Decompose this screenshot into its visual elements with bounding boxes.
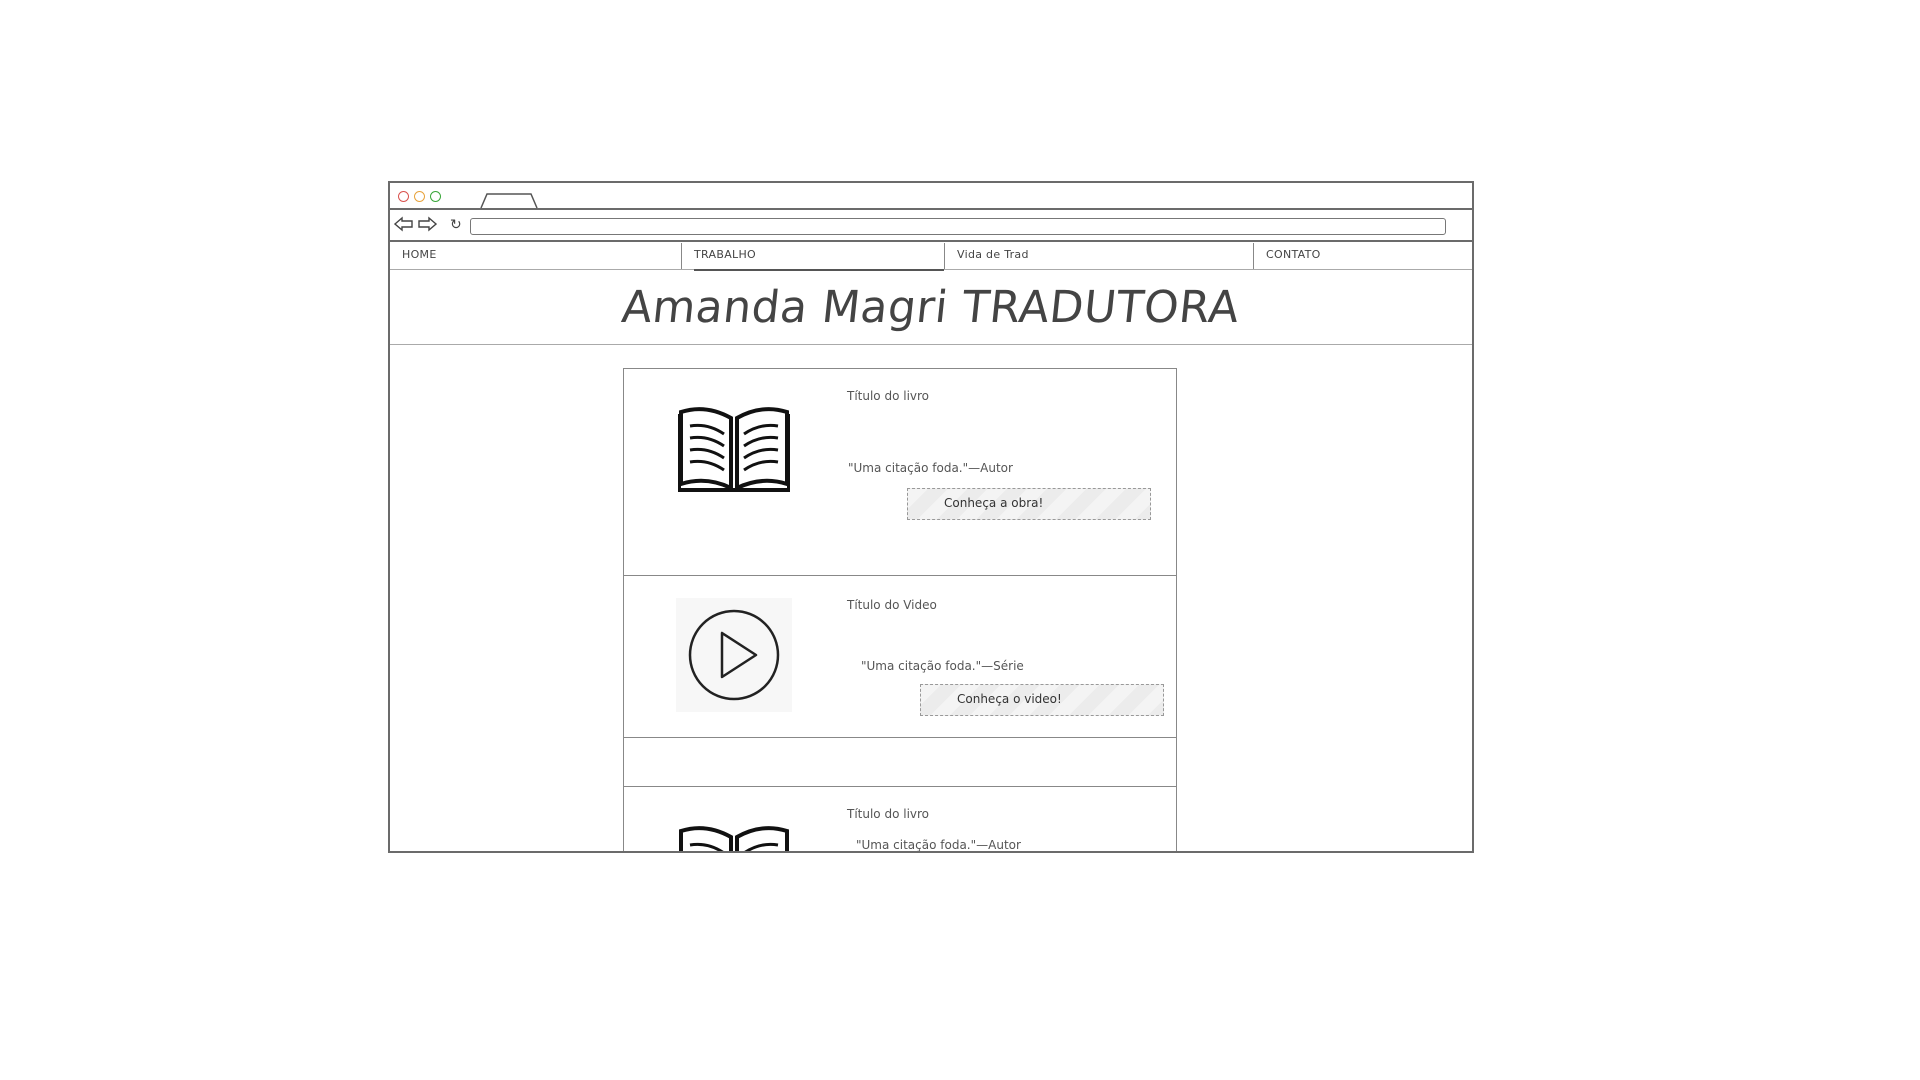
conheca-video-button[interactable]: Conheça o video! <box>920 684 1164 716</box>
nav-item-trabalho[interactable]: TRABALHO <box>681 243 944 271</box>
refresh-icon[interactable]: ↻ <box>450 216 468 234</box>
nav-item-vida-de-trad[interactable]: Vida de Trad <box>944 243 1253 269</box>
card-quote: "Uma citação foda."—Autor <box>856 838 1021 852</box>
back-arrow-icon[interactable] <box>394 216 414 232</box>
nav-item-label: TRABALHO <box>694 243 944 271</box>
content-column: Título do livro "Uma citação foda."—Auto… <box>623 368 1177 852</box>
site-header: Amanda Magri TRADUTORA <box>390 271 1472 345</box>
forward-arrow-icon[interactable] <box>417 216 437 232</box>
open-book-icon <box>679 826 789 851</box>
close-window-button[interactable] <box>398 191 409 202</box>
url-input[interactable] <box>470 218 1446 235</box>
card-title: Título do livro <box>847 807 930 821</box>
maximize-window-button[interactable] <box>430 191 441 202</box>
minimize-window-button[interactable] <box>414 191 425 202</box>
play-icon[interactable] <box>676 598 792 712</box>
work-card: Título do Video "Uma citação foda."—Séri… <box>624 575 1176 738</box>
nav-item-contato[interactable]: CONTATO <box>1253 243 1472 269</box>
address-bar: ↻ <box>390 210 1472 242</box>
card-quote: "Uma citação foda."—Série <box>861 659 1024 673</box>
browser-window: ↻ HOME TRABALHO Vida de Trad CONTATO Ama… <box>388 181 1474 853</box>
card-title: Título do Video <box>847 598 937 612</box>
card-title: Título do livro <box>847 389 930 403</box>
nav-item-home[interactable]: HOME <box>390 243 681 269</box>
nav-item-label: CONTATO <box>1266 248 1321 261</box>
site-navigation: HOME TRABALHO Vida de Trad CONTATO <box>390 243 1472 271</box>
title-bar <box>390 183 1472 210</box>
nav-item-label: HOME <box>402 248 437 261</box>
work-card: Título do livro "Uma citação foda."—Auto… <box>624 368 1176 577</box>
page-title: Amanda Magri TRADUTORA <box>619 282 1243 333</box>
work-card: Título do livro "Uma citação foda."—Auto… <box>624 786 1176 852</box>
open-book-icon <box>678 407 790 492</box>
browser-tab[interactable] <box>480 193 540 209</box>
card-quote: "Uma citação foda."—Autor <box>848 461 1013 475</box>
conheca-obra-button[interactable]: Conheça a obra! <box>907 488 1151 520</box>
nav-item-label: Vida de Trad <box>957 248 1029 261</box>
